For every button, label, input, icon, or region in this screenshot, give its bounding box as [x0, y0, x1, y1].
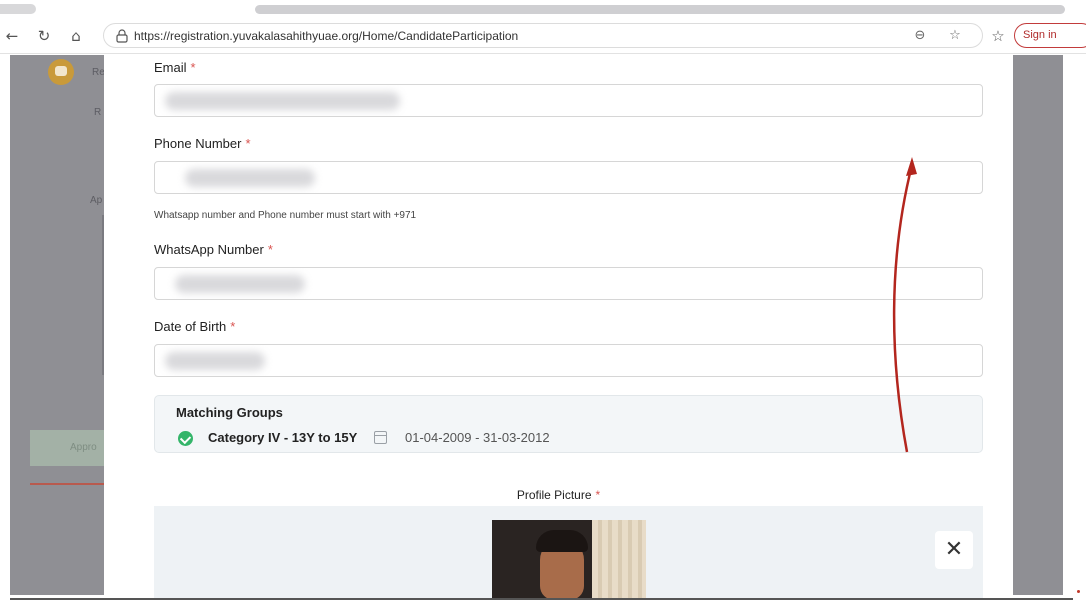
more-options-icon[interactable]: ⊖: [911, 27, 929, 45]
sign-in-button[interactable]: Sign in: [1014, 23, 1086, 48]
site-info-icon[interactable]: [114, 28, 130, 44]
phone-label: Phone Number *: [154, 136, 251, 151]
dob-label: Date of Birth *: [154, 319, 236, 334]
tab-scrollbar[interactable]: [255, 5, 1065, 14]
tab-strip: [0, 0, 1086, 18]
profile-picture-box: ✕: [154, 506, 983, 600]
date-range: 01-04-2009 - 31-03-2012: [405, 430, 550, 445]
check-circle-icon: [178, 431, 193, 446]
redacted-value: [175, 275, 305, 293]
bottom-divider: [10, 598, 1073, 600]
background-panel-left: Re R Ap Appro: [10, 55, 104, 595]
email-field[interactable]: [154, 84, 983, 117]
page-content: Re R Ap Appro Email * Phone Number * Whats…: [0, 55, 1086, 600]
whatsapp-field[interactable]: [154, 267, 983, 300]
profile-picture-label: Profile Picture *: [516, 488, 601, 502]
page-scrollbar[interactable]: [1063, 55, 1073, 595]
address-bar[interactable]: https://registration.yuvakalasahithyuae.…: [103, 23, 983, 48]
participation-form: Email * Phone Number * Whatsapp number and…: [104, 55, 1013, 600]
home-icon[interactable]: ⌂: [66, 26, 86, 46]
profile-photo: [492, 520, 646, 600]
whatsapp-label: WhatsApp Number *: [154, 242, 273, 257]
calendar-icon: [374, 431, 387, 444]
phone-field[interactable]: [154, 161, 983, 194]
favorites-list-icon[interactable]: ☆: [988, 26, 1008, 46]
approve-button-bg: Appro: [30, 430, 104, 466]
back-icon[interactable]: ←: [2, 26, 22, 46]
chat-bubble-icon: [48, 59, 74, 85]
reload-icon[interactable]: ↻: [34, 26, 54, 46]
browser-toolbar: ← ↻ ⌂ https://registration.yuvakalasahit…: [0, 18, 1086, 54]
redacted-value: [165, 352, 265, 370]
background-panel-right: [1013, 55, 1063, 595]
remove-photo-button[interactable]: ✕: [935, 531, 973, 569]
url-text[interactable]: https://registration.yuvakalasahithyuae.…: [134, 29, 518, 43]
category-name: Category IV - 13Y to 15Y: [208, 430, 358, 445]
email-label: Email *: [154, 60, 196, 75]
favorite-star-icon[interactable]: ☆: [946, 27, 964, 45]
redacted-value: [165, 92, 400, 110]
tab-scroll-left[interactable]: [0, 4, 36, 14]
dob-field[interactable]: [154, 344, 983, 377]
matching-groups-card: Matching Groups Category IV - 13Y to 15Y…: [154, 395, 983, 453]
matching-groups-title: Matching Groups: [176, 405, 283, 420]
phone-hint: Whatsapp number and Phone number must st…: [154, 210, 417, 221]
redacted-value: [185, 169, 315, 187]
